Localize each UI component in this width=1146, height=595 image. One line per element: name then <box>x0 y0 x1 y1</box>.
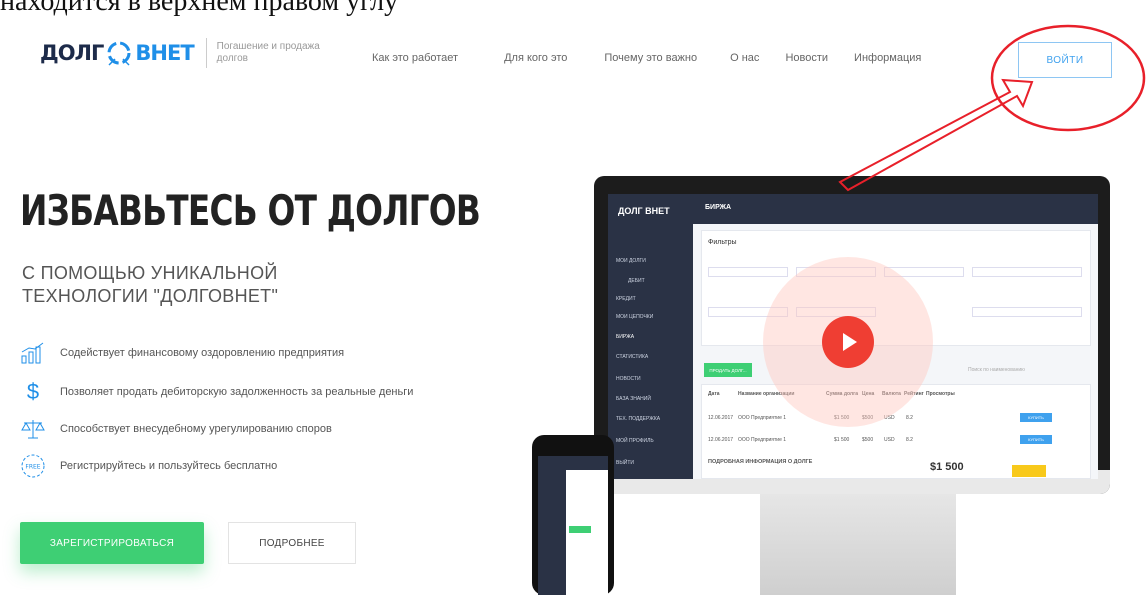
logo-tagline: Погашение и продажа долгов <box>216 41 320 64</box>
row-rating: 8.2 <box>906 415 913 421</box>
table-row[interactable]: 12.06.2017 ООО Предприятие 1 $1 500 $500… <box>702 431 1090 451</box>
logo-ring-icon <box>107 41 131 66</box>
feature-item: Содействует финансовому оздоровлению пре… <box>20 340 344 366</box>
caption-text: находится в верхнем правом углу <box>0 0 399 17</box>
app-sidebar-item[interactable]: МОЙ ПРОФИЛЬ <box>616 438 654 444</box>
logo-text-part2: ВНЕТ <box>135 41 194 65</box>
phone-screen <box>538 456 608 595</box>
filters-title: Фильтры <box>708 239 737 246</box>
nav-why-important[interactable]: Почему это важно <box>604 52 697 64</box>
login-button[interactable]: ВОЙТИ <box>1018 42 1112 78</box>
sell-debt-button[interactable]: ПРОДАТЬ ДОЛГ... <box>704 363 752 377</box>
phone-sell-button <box>569 526 591 533</box>
logo[interactable]: ДОЛГ ВНЕТ Погашение и продажа долгов <box>40 38 337 68</box>
feature-text: Содействует финансовому оздоровлению пре… <box>60 347 345 359</box>
row-price: $500 <box>862 437 874 443</box>
row-currency: USD <box>884 437 895 443</box>
hero-subtitle-line1: С ПОМОЩЬЮ УНИКАЛЬНОЙ <box>22 263 278 283</box>
hero-title: ИЗБАВЬТЕСЬ ОТ ДОЛГОВ <box>20 186 481 235</box>
logo-divider <box>205 38 207 68</box>
feature-text: Способствует внесудебному урегулированию… <box>60 423 332 435</box>
buy-button[interactable]: КУПИТЬ <box>1020 435 1052 444</box>
app-sidebar-item[interactable]: МОИ ДОЛГИ <box>616 258 646 264</box>
detail-action-button[interactable] <box>1012 465 1046 477</box>
app-search-input[interactable]: Поиск по наименованию <box>968 367 1025 373</box>
row-rating: 8.2 <box>906 437 913 443</box>
app-sidebar-item[interactable]: МОИ ЦЕПОЧКИ <box>616 314 653 320</box>
register-button[interactable]: ЗАРЕГИСТРИРОВАТЬСЯ <box>20 522 204 564</box>
row-sum: $1 500 <box>834 437 850 443</box>
nav-for-whom[interactable]: Для кого это <box>504 52 567 64</box>
buy-button[interactable]: КУПИТЬ <box>1020 413 1052 422</box>
row-org: ООО Предприятие 1 <box>738 437 787 443</box>
dollar-icon: $ <box>26 379 40 404</box>
nav-info[interactable]: Информация <box>854 52 921 64</box>
app-sidebar-item[interactable]: СТАТИСТИКА <box>616 354 648 360</box>
phone-app-sidebar <box>538 456 566 595</box>
app-sidebar-item[interactable]: БИРЖА <box>616 334 634 340</box>
filter-field[interactable] <box>972 267 1082 277</box>
app-sidebar-item[interactable]: НОВОСТИ <box>616 376 641 382</box>
table-header: Просмотры <box>926 391 955 397</box>
feature-item: FREE Регистрируйтесь и пользуйтесь беспл… <box>20 453 277 479</box>
monitor-stand <box>760 494 956 595</box>
detail-amount: $1 500 <box>930 461 964 473</box>
logo-text-part1: ДОЛГ <box>40 41 104 65</box>
feature-text: Позволяет продать дебиторскую задолженно… <box>60 386 414 398</box>
feature-text: Регистрируйтесь и пользуйтесь бесплатно <box>60 460 278 472</box>
feature-item: $ Позволяет продать дебиторскую задолжен… <box>20 379 414 405</box>
app-sidebar-item[interactable]: КРЕДИТ <box>616 296 636 302</box>
main-nav: Как это работает Для кого это Почему это… <box>372 52 921 64</box>
svg-text:FREE: FREE <box>25 464 40 471</box>
feature-item: Способствует внесудебному урегулированию… <box>20 416 332 442</box>
annotation-arrow <box>838 78 1034 192</box>
nav-how-it-works[interactable]: Как это работает <box>372 52 458 64</box>
video-play-button[interactable] <box>822 316 874 368</box>
app-sidebar-item[interactable]: ВЫЙТИ <box>616 460 634 466</box>
table-header: Дата <box>708 391 720 397</box>
hero-subtitle: С ПОМОЩЬЮ УНИКАЛЬНОЙ ТЕХНОЛОГИИ "ДОЛГОВН… <box>22 262 278 308</box>
hero-subtitle-line2: ТЕХНОЛОГИИ "ДОЛГОВНЕТ" <box>22 286 279 306</box>
row-org: ООО Предприятие 1 <box>738 415 787 421</box>
phone-app-topbar <box>566 456 608 470</box>
app-sidebar-item[interactable]: БАЗА ЗНАНИЙ <box>616 396 651 402</box>
scales-icon <box>20 416 46 442</box>
filter-field[interactable] <box>972 307 1082 317</box>
detail-title: ПОДРОБНАЯ ИНФОРМАЦИЯ О ДОЛГЕ <box>708 459 813 465</box>
app-sidebar: ДОЛГ ВНЕТ МОИ ДОЛГИ ДЕБИТ КРЕДИТ МОИ ЦЕП… <box>608 194 693 479</box>
app-sidebar-item[interactable]: ТЕХ. ПОДДЕРЖКА <box>616 416 660 422</box>
row-date: 12.06.2017 <box>708 437 734 443</box>
app-topbar: БИРЖА <box>693 194 1098 224</box>
free-badge-icon: FREE <box>20 453 46 479</box>
filter-field[interactable] <box>708 267 788 277</box>
app-brand: ДОЛГ ВНЕТ <box>618 206 670 216</box>
more-button[interactable]: ПОДРОБНЕЕ <box>228 522 356 564</box>
nav-news[interactable]: Новости <box>785 52 828 64</box>
app-section-title: БИРЖА <box>705 204 732 211</box>
row-date: 12.06.2017 <box>708 415 734 421</box>
nav-about[interactable]: О нас <box>730 52 759 64</box>
app-sidebar-item[interactable]: ДЕБИТ <box>628 278 645 284</box>
chart-growth-icon <box>20 340 46 366</box>
